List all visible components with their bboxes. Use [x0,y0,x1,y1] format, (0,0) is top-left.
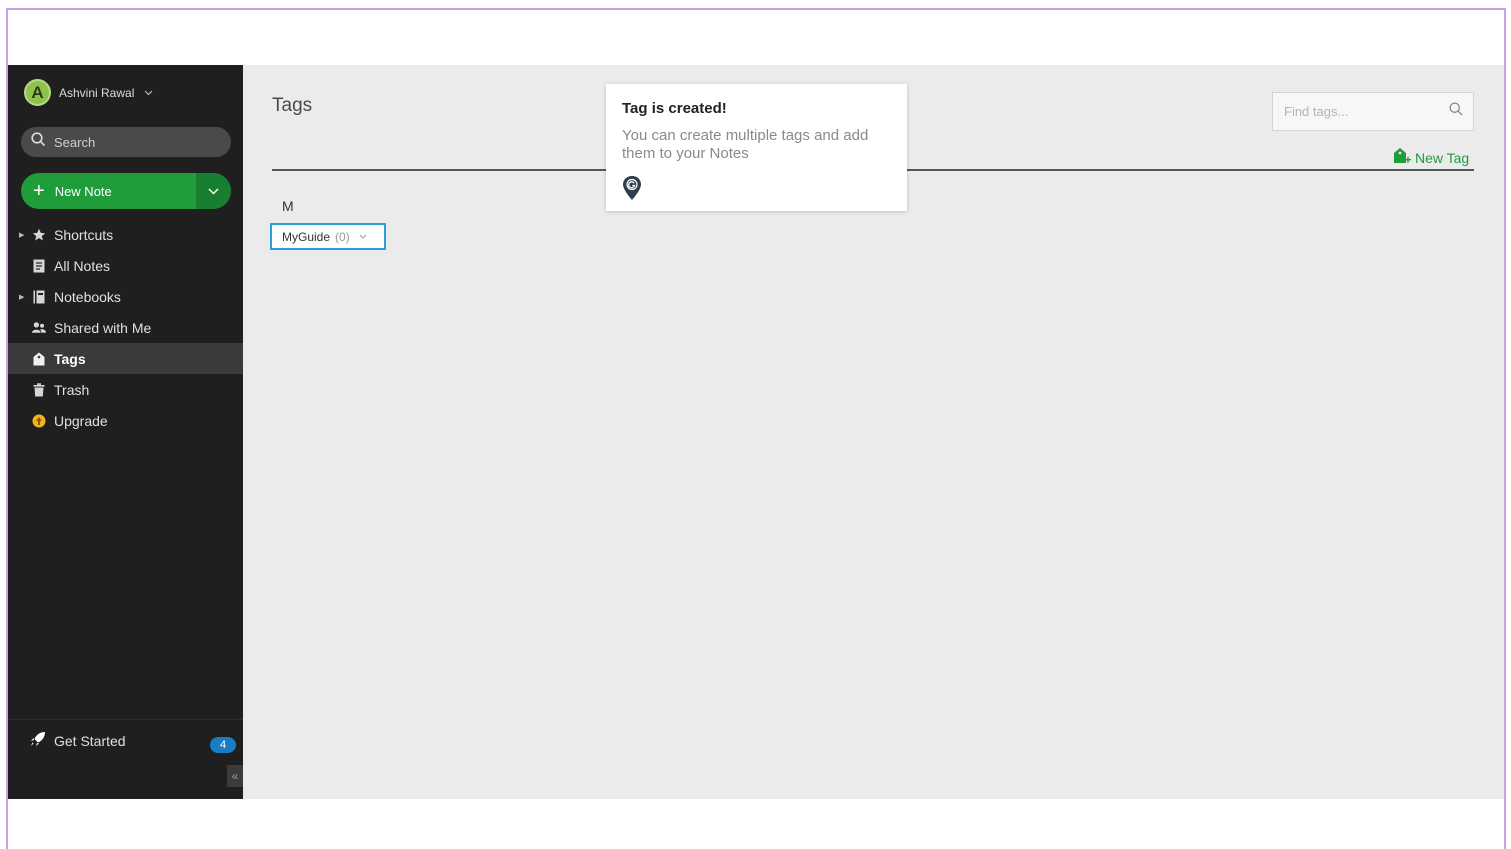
upgrade-icon [32,414,46,428]
sidebar-item-label: All Notes [54,257,111,274]
sidebar-item-all-notes[interactable]: All Notes [8,250,243,281]
find-tags-field[interactable] [1272,92,1474,131]
tag-name: MyGuide [282,229,331,244]
sidebar-item-label: Shortcuts [54,226,114,243]
search-label: Search [54,134,96,150]
get-started-label: Get Started [54,732,126,749]
people-icon [32,321,46,335]
collapse-sidebar-button[interactable]: « [227,765,243,787]
tag-note-count: (0) [335,229,350,244]
search-icon[interactable] [1449,102,1463,121]
find-tags-input[interactable] [1284,104,1434,119]
rocket-icon [30,731,46,750]
notes-icon [32,259,46,273]
search-icon [31,132,46,152]
sidebar-item-tags[interactable]: Tags [8,343,243,374]
page-title: Tags [272,95,313,116]
trash-icon [32,382,46,397]
sidebar-item-trash[interactable]: Trash [8,374,243,405]
plus-icon: + [33,180,45,202]
sidebar-item-notebooks[interactable]: ▶ Notebooks [8,281,243,312]
new-note-label: New Note [54,183,112,199]
guide-pin-icon[interactable] [622,175,642,201]
guide-tooltip: Tag is created! You can create multiple … [606,84,907,211]
notebook-icon [32,290,46,304]
user-name: Ashvini Rawal [59,85,135,100]
sidebar-item-label: Notebooks [54,288,121,305]
sidebar-search[interactable]: Search [21,127,231,157]
account-menu[interactable]: A Ashvini Rawal [24,79,153,106]
tag-icon [32,352,46,366]
sidebar-item-label: Upgrade [54,412,108,429]
tag-chip[interactable]: MyGuide (0) [270,223,386,250]
expand-caret-icon[interactable]: ▶ [19,293,24,301]
sidebar: A Ashvini Rawal Search + New Note ▶ Shor… [8,65,243,799]
get-started-button[interactable]: Get Started 4 [8,719,243,761]
star-icon [32,228,46,242]
tag-group-letter: M [282,198,294,214]
add-tag-icon [1393,147,1411,168]
sidebar-item-label: Tags [54,350,86,367]
tooltip-body: You can create multiple tags and add the… [622,127,869,162]
sidebar-item-upgrade[interactable]: Upgrade [8,405,243,436]
tooltip-title: Tag is created! [622,100,727,117]
chevron-down-icon [144,88,153,98]
new-note-button[interactable]: + New Note [21,173,196,209]
get-started-count-badge: 4 [210,737,236,753]
sidebar-item-label: Trash [54,381,90,398]
chevron-down-icon[interactable] [359,232,367,241]
sidebar-item-shared-with-me[interactable]: Shared with Me [8,312,243,343]
new-note-control: + New Note [21,173,231,209]
new-note-dropdown-button[interactable] [196,173,231,209]
sidebar-item-shortcuts[interactable]: ▶ Shortcuts [8,219,243,250]
sidebar-nav: ▶ Shortcuts All Notes ▶ Notebooks Shared… [8,219,243,436]
new-tag-button[interactable]: New Tag [1393,147,1469,168]
new-tag-label: New Tag [1415,149,1470,166]
sidebar-item-label: Shared with Me [54,319,152,336]
avatar: A [24,79,51,106]
expand-caret-icon[interactable]: ▶ [19,231,24,239]
chevron-down-icon [208,182,219,200]
